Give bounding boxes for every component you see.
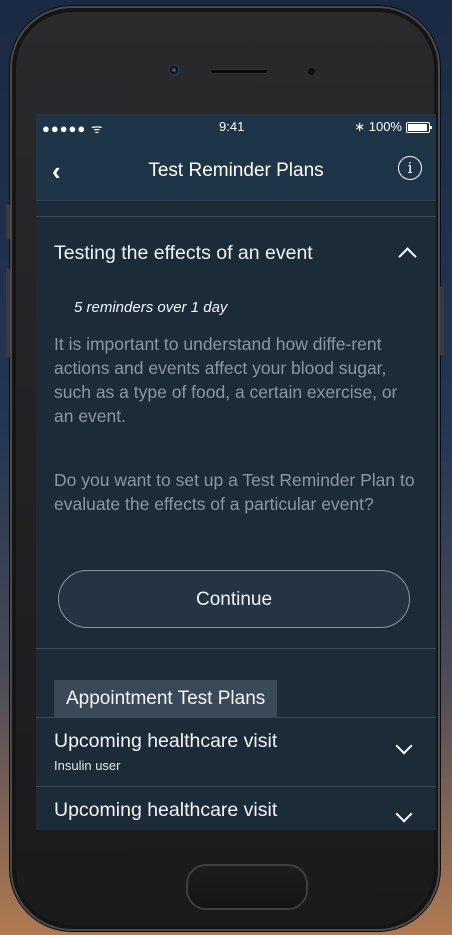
event-plan-subtitle: 5 reminders over 1 day [74, 299, 228, 316]
battery-status: ∗ 100% [354, 119, 432, 135]
battery-icon [406, 121, 432, 133]
phone-side-button [6, 204, 10, 240]
row-divider [36, 717, 436, 718]
event-plan-heading[interactable]: Testing the effects of an event [54, 242, 313, 265]
phone-power-button [440, 286, 444, 356]
proximity-sensor [308, 68, 315, 75]
chevron-down-icon[interactable] [395, 805, 413, 823]
event-plan-question: Do you want to set up a Test Reminder Pl… [54, 470, 415, 514]
phone-side-button [6, 268, 10, 358]
appointment-row-subtitle: Insulin user [54, 758, 121, 773]
earpiece-speaker [210, 69, 268, 74]
appointment-row-title: Upcoming healthcare visit [54, 730, 278, 752]
battery-text: ∗ 100% [354, 119, 402, 134]
continue-button[interactable]: Continue [58, 570, 410, 628]
event-plan-description: It is important to understand how diffe-… [54, 334, 398, 426]
home-button[interactable] [186, 864, 308, 910]
front-camera [168, 64, 180, 76]
section-divider [36, 216, 436, 217]
section-divider [36, 648, 436, 649]
app-screen: ●●●●● ᯤ 9:41 ∗ 100% ‹ Test Reminder Plan… [36, 114, 436, 830]
signal-indicator: ●●●●● ᯤ [42, 121, 104, 136]
chevron-down-icon[interactable] [395, 737, 413, 755]
status-bar: ●●●●● ᯤ 9:41 ∗ 100% [36, 114, 436, 136]
chevron-up-icon[interactable] [398, 247, 417, 266]
navigation-bar: ‹ Test Reminder Plans i [36, 136, 436, 201]
appointment-row-title: Upcoming healthcare visit [54, 799, 278, 821]
status-time: 9:41 [219, 119, 245, 134]
row-divider [36, 786, 436, 787]
info-icon[interactable]: i [398, 156, 422, 180]
page-title: Test Reminder Plans [148, 160, 324, 181]
appointment-section-label: Appointment Test Plans [54, 680, 278, 718]
